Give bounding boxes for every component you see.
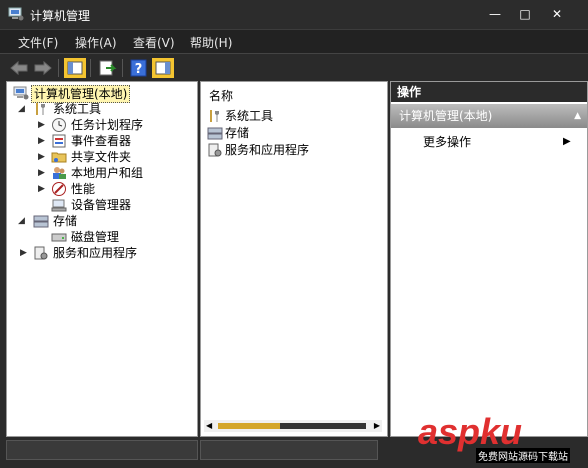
expand-arrow-icon[interactable]: ▶ (19, 247, 28, 259)
help-icon[interactable]: ? (128, 58, 150, 78)
tree-item-system-tools[interactable]: ◢ 系统工具 (7, 101, 193, 117)
tree-item-device-manager[interactable]: 设备管理器 (7, 197, 193, 213)
services-icon (34, 246, 48, 260)
results-list: 名称 系统工具 存储 服务和应用程序 (200, 81, 388, 437)
show-hide-console-tree-icon[interactable] (64, 58, 86, 78)
expand-arrow-icon[interactable]: ▶ (37, 183, 46, 195)
status-segment (6, 440, 198, 460)
tools-icon (36, 103, 45, 115)
toolbar: ? (0, 53, 588, 82)
collapse-arrow-icon[interactable]: ◢ (17, 103, 26, 115)
storage-icon (207, 127, 223, 140)
menu-view[interactable]: 查看(V) (133, 34, 175, 51)
horizontal-scrollbar[interactable]: ◀ ▶ (204, 420, 382, 432)
maximize-button[interactable]: □ (516, 6, 534, 22)
tree-item-event-viewer[interactable]: ▶ 事件查看器 (7, 133, 193, 149)
list-item[interactable]: 存储 (207, 125, 377, 141)
list-item-label: 服务和应用程序 (225, 143, 310, 157)
show-hide-action-pane-icon[interactable] (152, 58, 174, 78)
minimize-button[interactable]: — (486, 6, 504, 22)
event-viewer-icon (52, 134, 66, 148)
storage-icon (33, 215, 49, 228)
action-pane: 操作 计算机管理(本地) ▲ 更多操作 ▶ (390, 81, 588, 437)
menu-file[interactable]: 文件(F) (18, 34, 58, 51)
tree-item-label: 性能 (71, 182, 96, 196)
scroll-right-arrow-icon[interactable]: ▶ (374, 420, 380, 432)
tree-item-task-scheduler[interactable]: ▶ 任务计划程序 (7, 117, 193, 133)
computer-management-icon (8, 7, 24, 21)
menu-bar: 文件(F) 操作(A) 查看(V) 帮助(H) (0, 29, 588, 54)
tree-item-storage[interactable]: ◢ 存储 (7, 213, 193, 229)
tree-item-label: 共享文件夹 (71, 150, 132, 164)
back-arrow-icon[interactable] (8, 58, 30, 78)
disk-icon (51, 233, 67, 242)
toolbar-separator (122, 59, 123, 77)
tree-item-shared-folders[interactable]: ▶ 共享文件夹 (7, 149, 193, 165)
tree-item-label: 服务和应用程序 (53, 246, 138, 260)
tree-root[interactable]: 计算机管理(本地) (11, 85, 139, 103)
scrollbar-track (280, 423, 366, 429)
expand-arrow-icon[interactable]: ▶ (37, 167, 46, 179)
tree-item-performance[interactable]: ▶ 性能 (7, 181, 193, 197)
forward-arrow-icon[interactable] (32, 58, 54, 78)
tree-item-label: 事件查看器 (71, 134, 132, 148)
device-manager-icon (51, 199, 67, 212)
tree-item-label: 磁盘管理 (71, 230, 120, 244)
export-list-icon[interactable] (96, 58, 118, 78)
collapse-triangle-icon[interactable]: ▲ (574, 104, 581, 128)
toolbar-separator (90, 59, 91, 77)
tree-item-label: 任务计划程序 (71, 118, 144, 132)
tree-item-label: 存储 (53, 214, 78, 228)
tree-item-local-users-groups[interactable]: ▶ 本地用户和组 (7, 165, 193, 181)
tree-item-label: 本地用户和组 (71, 166, 144, 180)
users-icon (53, 167, 66, 179)
menu-help[interactable]: 帮助(H) (190, 34, 232, 51)
shared-folder-icon (51, 152, 67, 163)
services-icon (208, 143, 222, 157)
svg-text:?: ? (135, 62, 143, 77)
close-button[interactable]: ✕ (548, 6, 566, 22)
scrollbar-thumb[interactable] (218, 423, 280, 429)
scroll-left-arrow-icon[interactable]: ◀ (206, 420, 212, 432)
watermark-tagline: 免费网站源码下载站 (476, 448, 570, 463)
more-actions-label: 更多操作 (423, 135, 472, 149)
menu-action[interactable]: 操作(A) (75, 34, 117, 51)
clock-icon (52, 118, 66, 132)
submenu-arrow-icon: ▶ (563, 136, 571, 147)
expand-arrow-icon[interactable]: ▶ (37, 151, 46, 163)
console-tree: 计算机管理(本地) ◢ 系统工具 ▶ 任务计划程序 ▶ 事件查看器 ▶ 共享文件… (6, 81, 198, 437)
tree-item-disk-management[interactable]: 磁盘管理 (7, 229, 193, 245)
more-actions-item[interactable]: 更多操作 ▶ (423, 134, 573, 150)
computer-management-icon (13, 86, 29, 100)
tools-icon (210, 110, 219, 122)
list-item-label: 存储 (225, 126, 250, 140)
list-item[interactable]: 服务和应用程序 (207, 142, 377, 158)
action-section-header[interactable]: 计算机管理(本地) ▲ (391, 104, 587, 128)
tree-item-label: 设备管理器 (71, 198, 132, 212)
expand-arrow-icon[interactable]: ▶ (37, 119, 46, 131)
collapse-arrow-icon[interactable]: ◢ (17, 215, 26, 227)
toolbar-separator (58, 59, 59, 77)
tree-item-services-applications[interactable]: ▶ 服务和应用程序 (7, 245, 193, 261)
title-bar: 计算机管理 — □ ✕ (0, 0, 588, 29)
list-item-label: 系统工具 (225, 109, 274, 123)
performance-icon (52, 182, 66, 196)
expand-arrow-icon[interactable]: ▶ (37, 135, 46, 147)
list-item[interactable]: 系统工具 (207, 108, 377, 124)
action-section-label: 计算机管理(本地) (399, 109, 493, 123)
status-segment (200, 440, 378, 460)
tree-item-label: 系统工具 (53, 102, 102, 116)
watermark-logo: aspku (418, 411, 523, 452)
action-pane-header: 操作 (391, 82, 587, 102)
window-title: 计算机管理 (30, 9, 91, 23)
column-header-name[interactable]: 名称 (209, 88, 233, 104)
